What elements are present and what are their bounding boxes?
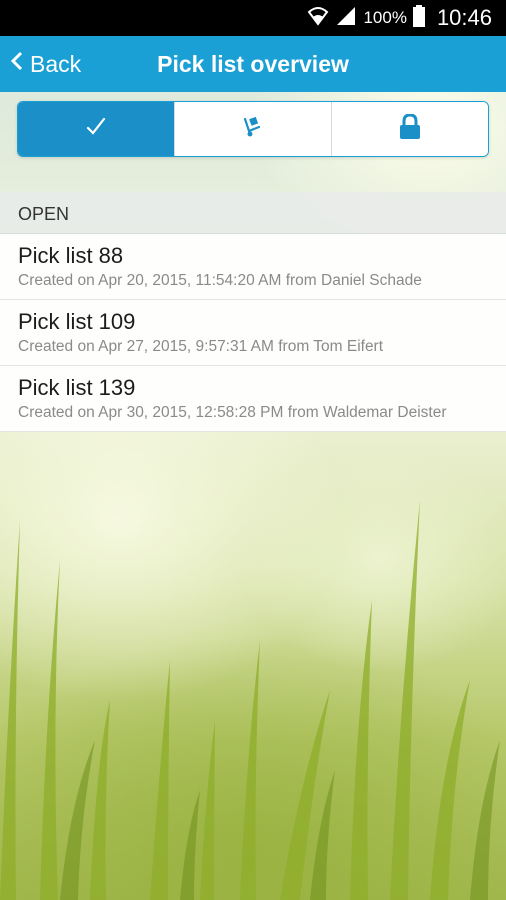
list-item[interactable]: Pick list 139 Created on Apr 30, 2015, 1… bbox=[0, 366, 506, 432]
clock: 10:46 bbox=[436, 5, 492, 30]
checkmark-icon bbox=[84, 115, 108, 144]
section-header-open: OPEN bbox=[0, 192, 506, 234]
battery-icon bbox=[412, 4, 425, 32]
wifi-icon bbox=[307, 6, 329, 31]
back-label: Back bbox=[30, 50, 82, 77]
back-button[interactable]: Back bbox=[10, 36, 81, 92]
list-item[interactable]: Pick list 88 Created on Apr 20, 2015, 11… bbox=[0, 234, 506, 300]
pick-list-subtitle: Created on Apr 30, 2015, 12:58:28 PM fro… bbox=[18, 404, 447, 421]
tab-in-progress[interactable] bbox=[174, 102, 331, 156]
chevron-left-icon bbox=[10, 50, 24, 79]
app-bar: Back Pick list overview bbox=[0, 36, 506, 92]
pick-list-list: Pick list 88 Created on Apr 20, 2015, 11… bbox=[0, 234, 506, 432]
status-bar: 100% 10:46 bbox=[0, 0, 506, 36]
pick-list-title: Pick list 109 bbox=[18, 309, 136, 334]
pick-list-subtitle: Created on Apr 27, 2015, 9:57:31 AM from… bbox=[18, 338, 384, 355]
pick-list-subtitle: Created on Apr 20, 2015, 11:54:20 AM fro… bbox=[18, 272, 422, 289]
battery-percentage: 100% bbox=[363, 8, 407, 27]
list-item[interactable]: Pick list 109 Created on Apr 27, 2015, 9… bbox=[0, 300, 506, 366]
status-tabs bbox=[17, 101, 489, 157]
hand-truck-icon bbox=[241, 115, 265, 144]
tab-locked[interactable] bbox=[331, 102, 488, 156]
pick-list-title: Pick list 88 bbox=[18, 243, 124, 268]
tab-open[interactable] bbox=[18, 102, 174, 156]
pick-list-title: Pick list 139 bbox=[18, 375, 136, 400]
lock-icon bbox=[398, 112, 422, 145]
signal-icon bbox=[335, 6, 357, 31]
